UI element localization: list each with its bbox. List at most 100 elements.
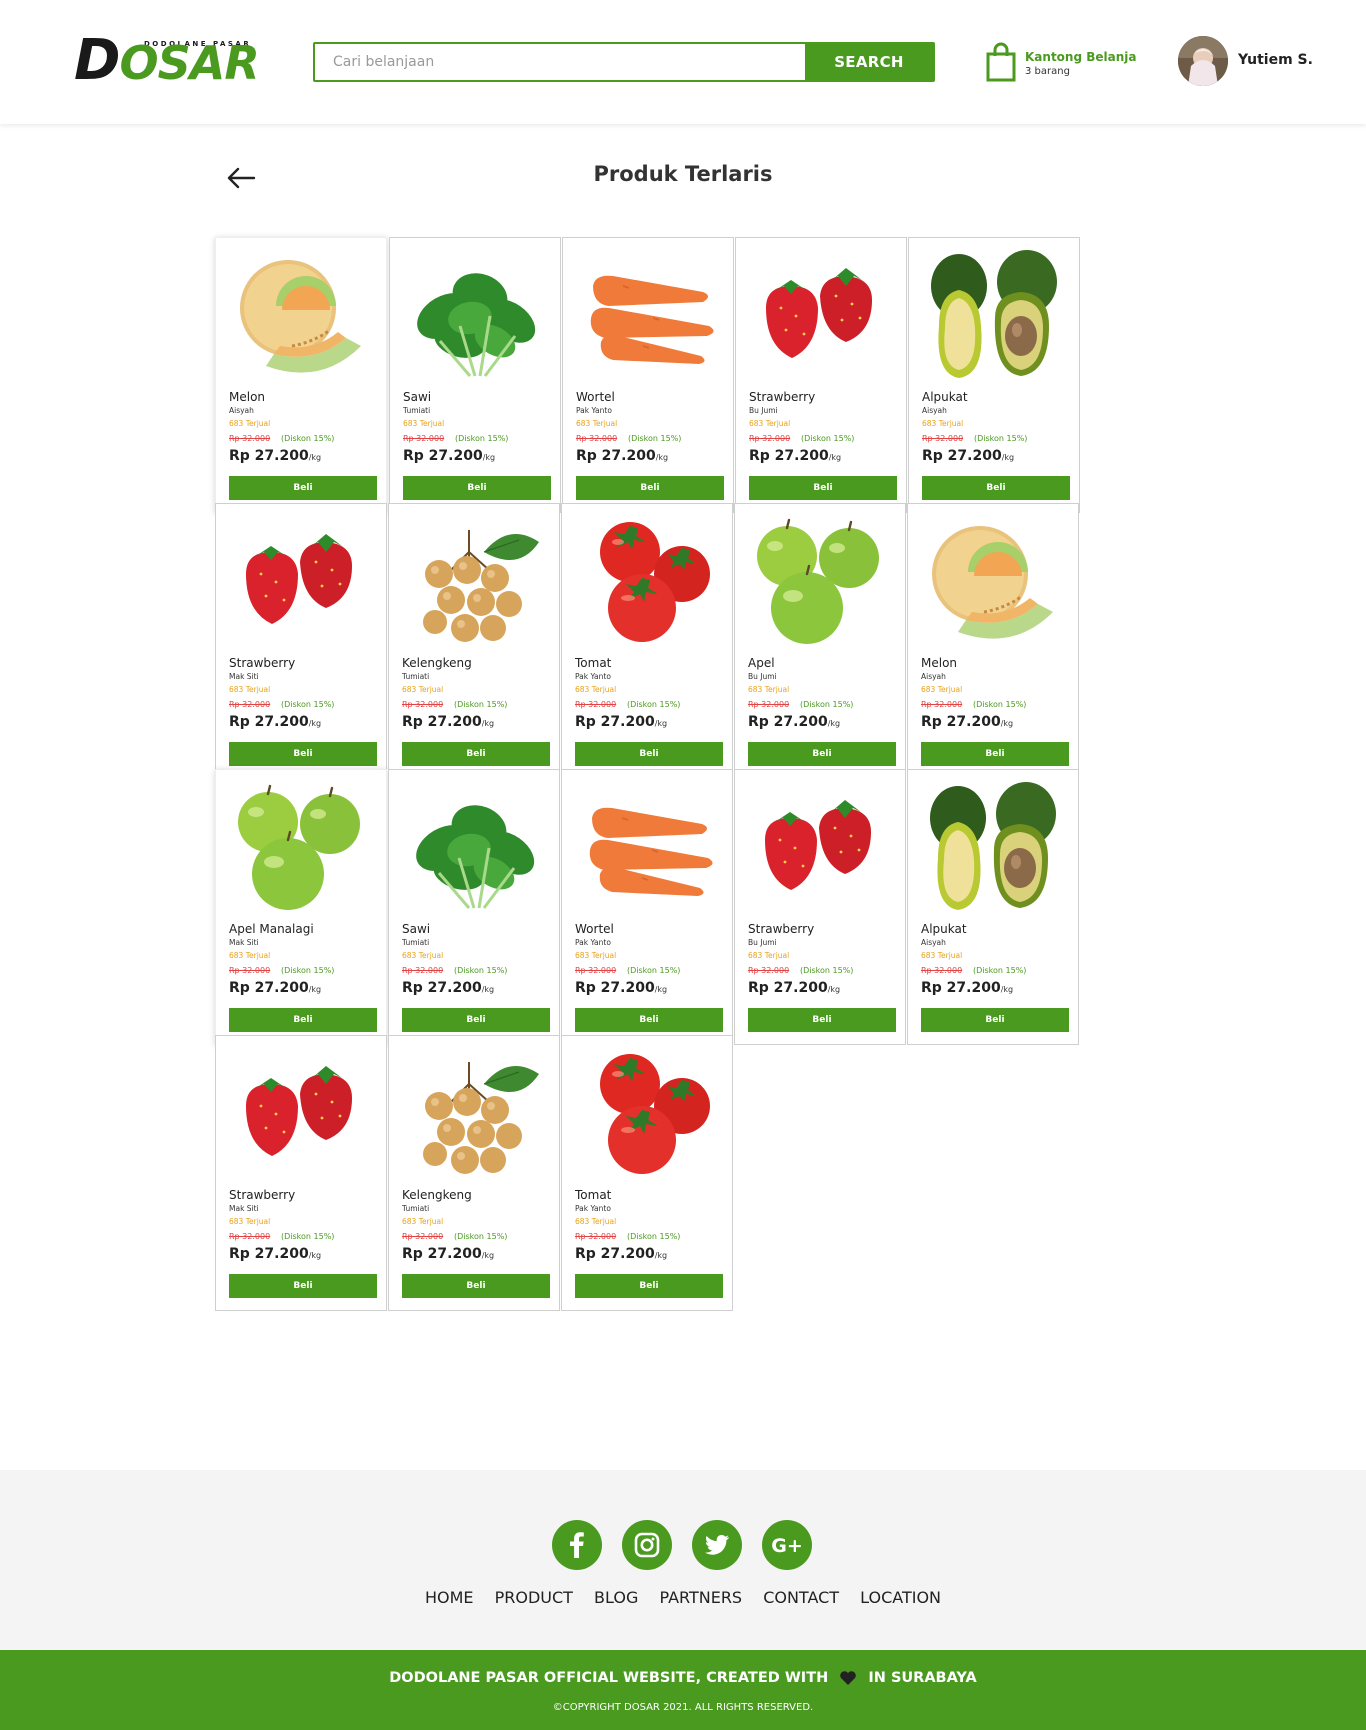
product-card[interactable]: Sawi Tumiati 683 Terjual Rp 32.000 (Diskon 1… (388, 769, 560, 1045)
product-price-value: Rp 27.200 (576, 448, 656, 464)
logo[interactable]: DODOLANE PASAR DOSAR (74, 26, 264, 93)
product-image[interactable] (746, 246, 896, 386)
avatar[interactable] (1178, 36, 1228, 86)
product-name[interactable]: Strawberry (229, 1188, 295, 1202)
product-name[interactable]: Melon (229, 390, 265, 404)
product-image[interactable] (226, 246, 376, 386)
buy-button[interactable]: Beli (748, 1008, 896, 1032)
product-image[interactable] (226, 1044, 376, 1184)
product-image[interactable] (572, 778, 722, 918)
product-image[interactable] (399, 1044, 549, 1184)
product-card[interactable]: Strawberry Bu Jumi 683 Terjual Rp 32.000 (Di… (734, 769, 906, 1045)
buy-button[interactable]: Beli (749, 476, 897, 500)
buy-button[interactable]: Beli (921, 742, 1069, 766)
cart[interactable]: Kantong Belanja 3 barang (985, 42, 1136, 82)
buy-button[interactable]: Beli (921, 1008, 1069, 1032)
buy-button[interactable]: Beli (403, 476, 551, 500)
product-card[interactable]: Alpukat Aisyah 683 Terjual Rp 32.000 (Diskon… (908, 237, 1080, 513)
footer-nav-home[interactable]: HOME (425, 1588, 474, 1607)
product-discount: (Diskon 15%) (800, 966, 854, 975)
product-card[interactable]: Kelengkeng Tumiati 683 Terjual Rp 32.000 (Di… (388, 503, 560, 779)
product-card[interactable]: Apel Manalagi Mak Siti 683 Terjual Rp 32.00… (215, 769, 387, 1045)
product-image[interactable] (572, 1044, 722, 1184)
footer-nav-product[interactable]: PRODUCT (495, 1588, 573, 1607)
buy-button[interactable]: Beli (229, 476, 377, 500)
instagram-link[interactable] (622, 1520, 672, 1570)
user-profile[interactable]: Yutiem S. (1178, 36, 1338, 88)
buy-button[interactable]: Beli (575, 742, 723, 766)
product-card[interactable]: Sawi Tumiati 683 Terjual Rp 32.000 (Diskon 1… (389, 237, 561, 513)
product-price-unit: /kg (654, 719, 668, 728)
product-card[interactable]: Alpukat Aisyah 683 Terjual Rp 32.000 (Diskon… (907, 769, 1079, 1045)
search-input[interactable] (315, 44, 805, 80)
product-card[interactable]: Apel Bu Jumi 683 Terjual Rp 32.000 (Diskon 1… (734, 503, 906, 779)
product-card[interactable]: Tomat Pak Yanto 683 Terjual Rp 32.000 (Disko… (561, 503, 733, 779)
footer-nav: HOME PRODUCT BLOG PARTNERS CONTACT LOCAT… (0, 1588, 1366, 1607)
product-image[interactable] (745, 512, 895, 652)
product-seller: Aisyah (229, 406, 254, 415)
product-image[interactable] (919, 246, 1069, 386)
google-plus-link[interactable]: G+ (762, 1520, 812, 1570)
buy-button[interactable]: Beli (229, 1274, 377, 1298)
twitter-link[interactable] (692, 1520, 742, 1570)
product-sold-count: 683 Terjual (229, 1217, 271, 1226)
product-name[interactable]: Alpukat (921, 922, 967, 936)
buy-button[interactable]: Beli (575, 1274, 723, 1298)
product-seller: Aisyah (922, 406, 947, 415)
product-image[interactable] (918, 512, 1068, 652)
avocado-image (931, 250, 1057, 378)
product-name[interactable]: Wortel (575, 922, 614, 936)
product-card[interactable]: Melon Aisyah 683 Terjual Rp 32.000 (Diskon 1… (215, 237, 387, 513)
product-name[interactable]: Kelengkeng (402, 1188, 472, 1202)
product-image[interactable] (745, 778, 895, 918)
product-card[interactable]: Wortel Pak Yanto 683 Terjual Rp 32.000 (Disk… (562, 237, 734, 513)
product-image[interactable] (918, 778, 1068, 918)
product-seller: Tumiati (402, 672, 430, 681)
product-name[interactable]: Tomat (575, 1188, 611, 1202)
buy-button[interactable]: Beli (229, 742, 377, 766)
product-sold-count: 683 Terjual (575, 685, 617, 694)
product-name[interactable]: Strawberry (748, 922, 814, 936)
product-image[interactable] (573, 246, 723, 386)
buy-button[interactable]: Beli (575, 1008, 723, 1032)
buy-button[interactable]: Beli (402, 742, 550, 766)
product-name[interactable]: Strawberry (749, 390, 815, 404)
facebook-link[interactable] (552, 1520, 602, 1570)
product-price-value: Rp 27.200 (403, 448, 483, 464)
product-name[interactable]: Sawi (402, 922, 430, 936)
product-name[interactable]: Melon (921, 656, 957, 670)
product-image[interactable] (399, 778, 549, 918)
buy-button[interactable]: Beli (229, 1008, 377, 1032)
product-card[interactable]: Tomat Pak Yanto 683 Terjual Rp 32.000 (Disko… (561, 1035, 733, 1311)
product-name[interactable]: Sawi (403, 390, 431, 404)
product-name[interactable]: Tomat (575, 656, 611, 670)
product-name[interactable]: Strawberry (229, 656, 295, 670)
product-name[interactable]: Alpukat (922, 390, 968, 404)
search-button[interactable]: SEARCH (805, 44, 933, 80)
product-card[interactable]: Strawberry Bu Jumi 683 Terjual Rp 32.000 (Di… (735, 237, 907, 513)
footer-nav-contact[interactable]: CONTACT (763, 1588, 839, 1607)
product-image[interactable] (226, 778, 376, 918)
footer-nav-blog[interactable]: BLOG (594, 1588, 638, 1607)
buy-button[interactable]: Beli (402, 1008, 550, 1032)
product-card[interactable]: Strawberry Mak Siti 683 Terjual Rp 32.000 (D… (215, 1035, 387, 1311)
footer-nav-location[interactable]: LOCATION (860, 1588, 941, 1607)
product-image[interactable] (400, 246, 550, 386)
buy-button[interactable]: Beli (748, 742, 896, 766)
footer-nav-partners[interactable]: PARTNERS (659, 1588, 742, 1607)
product-card[interactable]: Strawberry Mak Siti 683 Terjual Rp 32.000 (D… (215, 503, 387, 779)
product-image[interactable] (399, 512, 549, 652)
product-name[interactable]: Wortel (576, 390, 615, 404)
product-name[interactable]: Apel (748, 656, 775, 670)
product-seller: Tumiati (403, 406, 431, 415)
product-image[interactable] (572, 512, 722, 652)
product-name[interactable]: Kelengkeng (402, 656, 472, 670)
product-name[interactable]: Apel Manalagi (229, 922, 314, 936)
product-card[interactable]: Wortel Pak Yanto 683 Terjual Rp 32.000 (Disk… (561, 769, 733, 1045)
product-image[interactable] (226, 512, 376, 652)
buy-button[interactable]: Beli (576, 476, 724, 500)
product-card[interactable]: Kelengkeng Tumiati 683 Terjual Rp 32.000 (Di… (388, 1035, 560, 1311)
buy-button[interactable]: Beli (402, 1274, 550, 1298)
product-card[interactable]: Melon Aisyah 683 Terjual Rp 32.000 (Diskon 1… (907, 503, 1079, 779)
buy-button[interactable]: Beli (922, 476, 1070, 500)
